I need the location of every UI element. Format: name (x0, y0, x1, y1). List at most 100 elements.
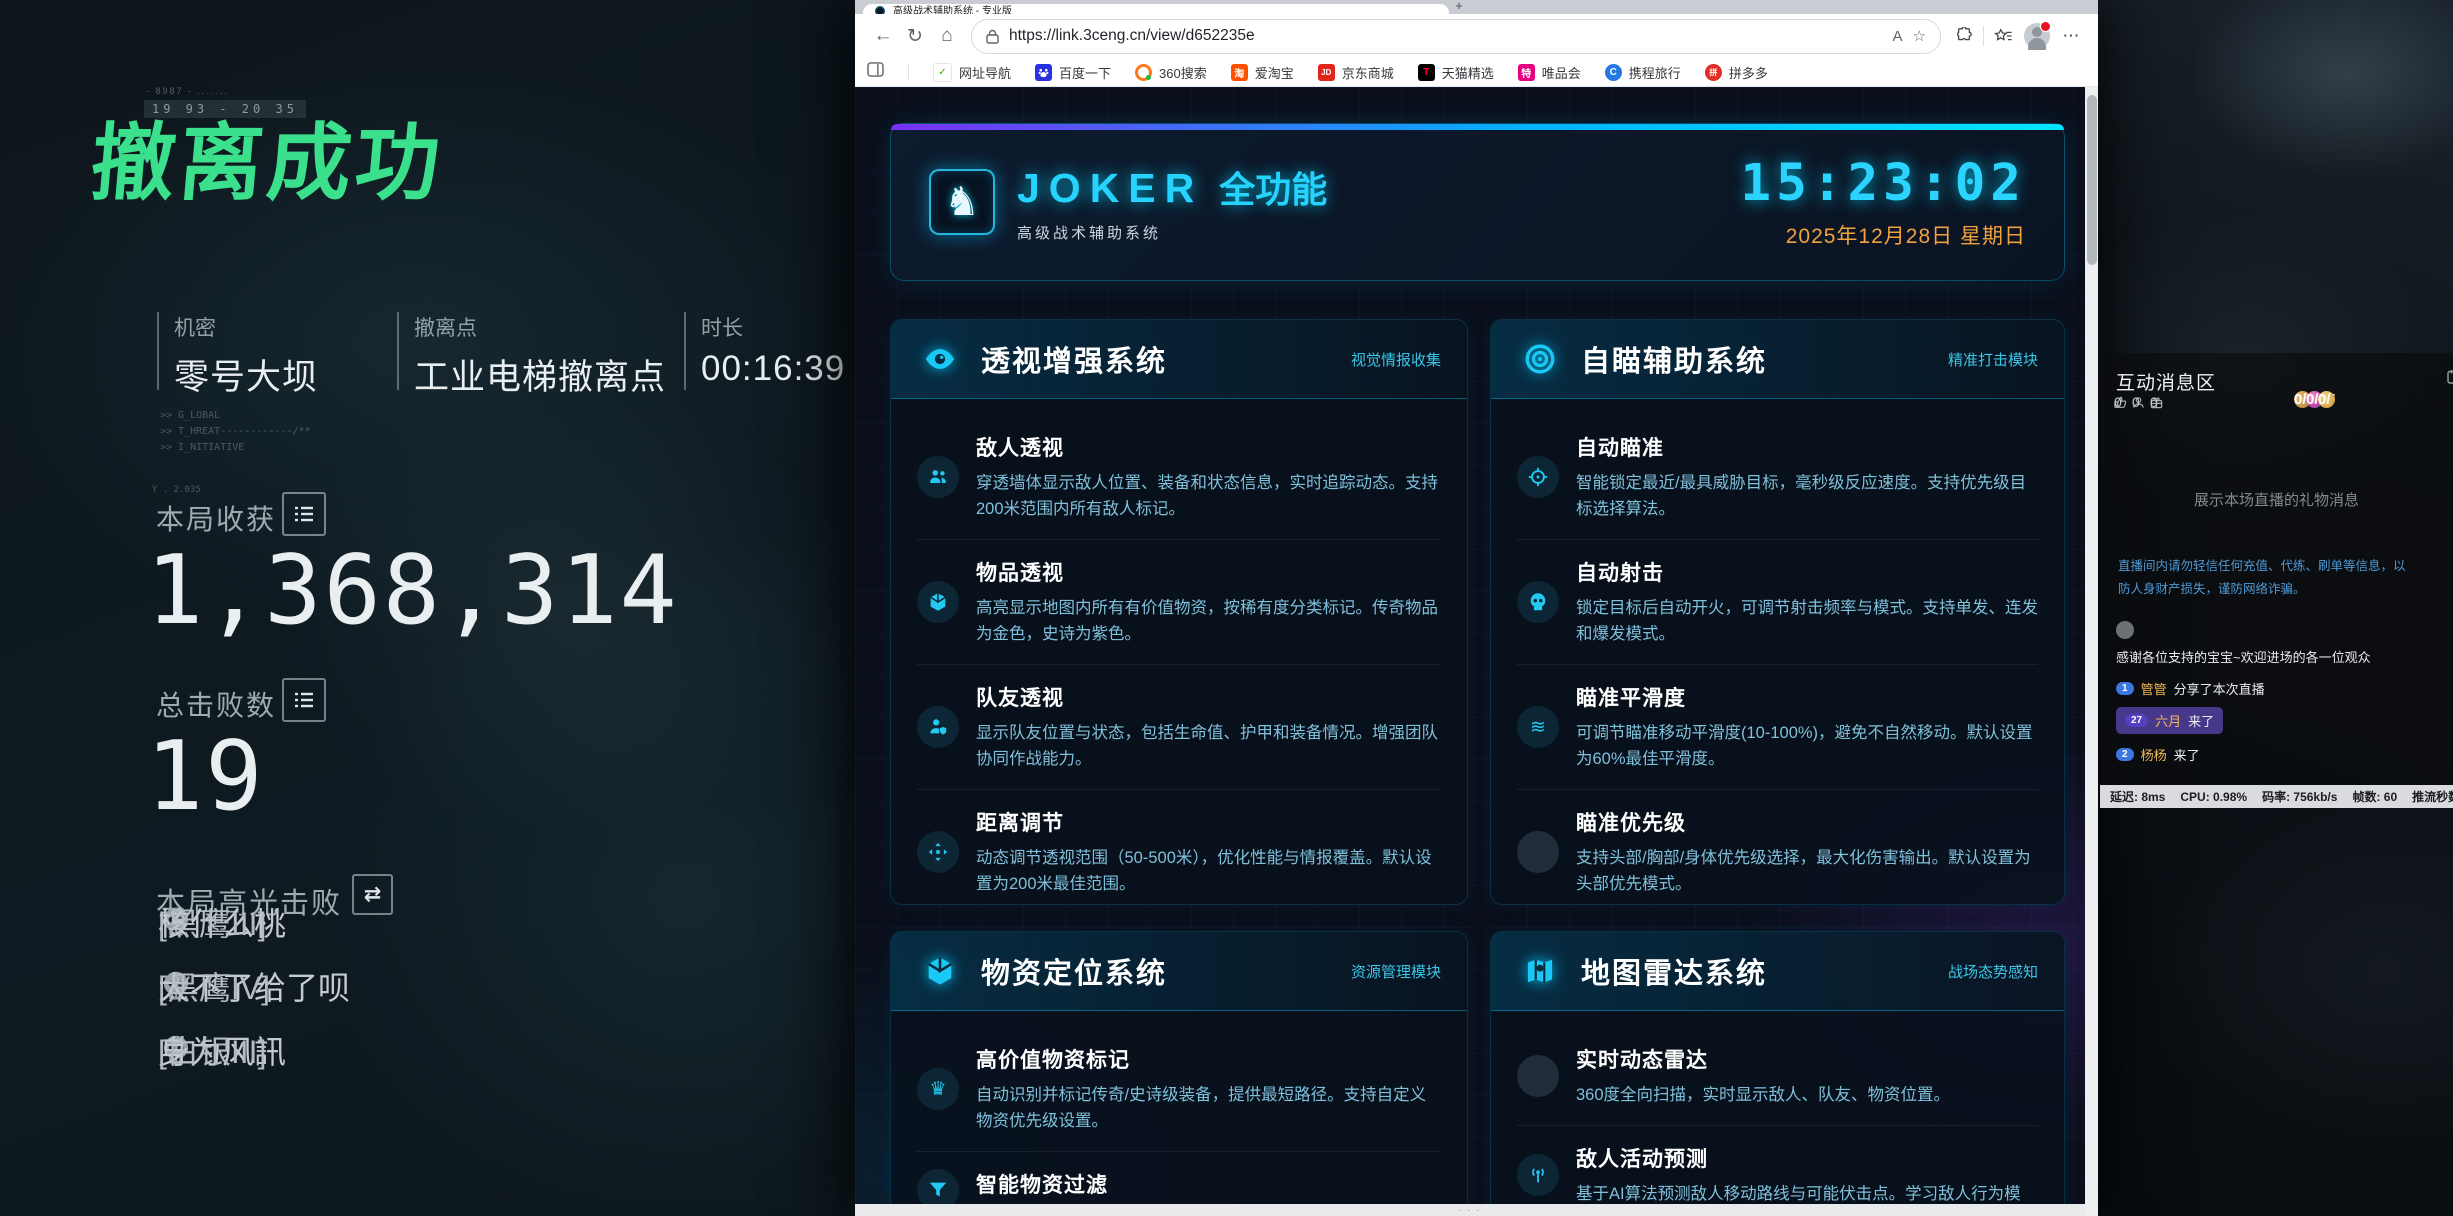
waves-icon: ≋ (1517, 706, 1559, 748)
address-bar[interactable]: https://link.3ceng.cn/view/d652235e A ☆ (971, 19, 1941, 54)
feature-title: 高价值物资标记 (976, 1044, 1441, 1074)
menu-icon[interactable]: ⋯ (2056, 20, 2086, 52)
bookmark-aitaobao[interactable]: 淘 爱淘宝 (1231, 63, 1294, 82)
profile-avatar[interactable] (2024, 23, 2050, 49)
header-accent-bar (891, 124, 2064, 130)
feature-title: 瞄准平滑度 (1576, 682, 2038, 712)
feature-desc: 支持头部/胸部/身体优先级选择，最大化伤害输出。默认设置为头部优先模式。 (1576, 845, 2038, 897)
box-icon (917, 581, 959, 623)
bitrate-stat: 码率: 756kb/s (2262, 788, 2337, 805)
bookmark-360[interactable]: 360搜索 (1135, 63, 1207, 82)
bookmarks-divider (908, 64, 909, 80)
stream-status-bar: 延迟: 8ms CPU: 0.98% 码率: 756kb/s 帧数: 60 推流… (2100, 785, 2453, 808)
terminal-readout: >> G_LOBAL >> T_HREAT------------/** >> … (160, 408, 311, 456)
hao123-icon: ✓ (933, 63, 952, 82)
jd-icon: JD (1318, 64, 1335, 81)
feature-title: 自动射击 (1576, 557, 2038, 587)
card-title: 地图雷达系统 (1581, 950, 1767, 992)
event-action: 来了 (2174, 745, 2200, 764)
taobao-icon: 淘 (1231, 64, 1248, 81)
360-search-icon (1135, 64, 1152, 81)
sidebar-icon[interactable] (867, 62, 884, 82)
back-button[interactable]: ← (867, 20, 899, 52)
feature-title: 敌人透视 (976, 432, 1441, 462)
stat-extraction-point: 撤离点 工业电梯撤离点 (397, 312, 666, 390)
fps-stat: 帧数: 60 (2352, 788, 2397, 805)
home-button[interactable]: ⌂ (931, 20, 963, 52)
crosshair-icon (1517, 456, 1559, 498)
push-stat: 推流秒数: 0 (2412, 788, 2453, 805)
tab-favicon (875, 6, 885, 14)
screen: - 8987 - ....... 19 93 - 20 35 撤离成功 机密 零… (0, 0, 2453, 1216)
page-footer-strip: · · · (855, 1204, 2085, 1216)
extraction-success-title: 撤离成功 (87, 96, 450, 217)
feature-desc: 360度全向扫描，实时显示敌人、队友、物资位置。 (1576, 1082, 1950, 1108)
event-action: 来了 (2188, 711, 2214, 730)
level-badge: 2 (2116, 748, 2134, 761)
user-name: 六月 (2155, 711, 2181, 730)
page-scrollbar[interactable] (2085, 87, 2098, 1216)
user-name: 杨杨 (2141, 745, 2167, 764)
feature-high-value-mark: ♛ 高价值物资标记 自动识别并标记传奇/史诗级装备，提供最短路径。支持自定义物资… (917, 1027, 1441, 1151)
browser-toolbar: ← ↻ ⌂ https://link.3ceng.cn/view/d652235… (855, 14, 2098, 58)
brand-suffix: 全功能 (1219, 161, 1327, 213)
tmall-icon: T (1418, 64, 1435, 81)
chat-event-share: 1 管管 分享了本次直播 (2116, 679, 2265, 698)
extensions-icon[interactable] (1949, 20, 1979, 52)
tab-title: 高级战术辅助系统 - 专业版 (893, 4, 1012, 12)
loot-list-icon[interactable] (282, 492, 326, 536)
feature-title: 敌人活动预测 (1576, 1143, 2021, 1173)
placeholder-circle-icon (1517, 831, 1559, 873)
level-badge: 27 (2125, 714, 2148, 727)
chat-event-enter: 2 杨杨 来了 (2116, 745, 2200, 764)
favorites-bar-icon[interactable] (1988, 20, 2018, 52)
bookmark-tmall[interactable]: T 天猫精选 (1418, 63, 1494, 82)
feature-desc: 可调节瞄准移动平滑度(10-100%)，避免不自然移动。默认设置为60%最佳平滑… (1576, 720, 2038, 772)
map-coordinate-small: - 8987 - ....... (146, 86, 229, 96)
bookmark-jd[interactable]: JD 京东商城 (1318, 63, 1394, 82)
feature-desc: 锁定目标后自动开火，可调节射击频率与模式。支持单发、连发和爆发模式。 (1576, 595, 2038, 647)
bookmark-ctrip[interactable]: C 携程旅行 (1605, 63, 1681, 82)
stat-label: 机密 (174, 312, 318, 342)
bookmark-hao123[interactable]: ✓ 网址导航 (933, 63, 1011, 82)
feature-title: 队友透视 (976, 682, 1441, 712)
feature-enemy-prediction: 敌人活动预测 基于AI算法预测敌人移动路线与可能伏击点。学习敌人行为模 (1517, 1125, 2038, 1216)
target-icon (1517, 336, 1563, 382)
new-tab-button[interactable]: + (1447, 0, 1471, 13)
stat-value: 工业电梯撤离点 (414, 349, 666, 400)
stat-duration: 时长 00:16:39 (684, 312, 845, 390)
antenna-icon (1517, 1154, 1559, 1196)
feature-desc: 动态调节透视范围（50-500米），优化性能与情报覆盖。默认设置为200米最佳范… (976, 845, 1441, 897)
lock-icon (986, 29, 999, 44)
favorite-star-icon[interactable]: ☆ (1913, 27, 1926, 45)
user-name: 管管 (2141, 679, 2167, 698)
feature-title: 瞄准优先级 (1576, 807, 2038, 837)
expand-arrows-icon (917, 831, 959, 873)
feature-teammate-esp: 队友透视 显示队友位置与状态，包括生命值、护甲和装备情况。增强团队协同作战能力。 (917, 664, 1441, 789)
live-chat-panel: 互动消息区 0 0 0 0/22 0 (2100, 353, 2453, 808)
bookmark-vip[interactable]: 特 唯品会 (1518, 63, 1581, 82)
kills-label: 总击败数 (156, 684, 276, 724)
loot-label: 本局收获 (156, 498, 276, 538)
card-vision-system: 透视增强系统 视觉情报收集 敌人透视 穿透墙体显示敌人位置、装备和状态信息，实时… (890, 319, 1468, 905)
people-icon (917, 456, 959, 498)
toolbar-divider (1983, 26, 1984, 46)
swap-icon[interactable]: ⇄ (352, 874, 393, 915)
welcome-message: 感谢各位支持的宝宝~欢迎进场的各一位观众 (2116, 647, 2371, 666)
read-aloud-icon[interactable]: A (1893, 28, 1903, 45)
ctrip-icon: C (1605, 64, 1622, 81)
feature-desc: 穿透墙体显示敌人位置、装备和状态信息，实时追踪动态。支持200米范围内所有敌人标… (976, 470, 1441, 522)
card-loot-system: 物资定位系统 资源管理模块 ♛ 高价值物资标记 自动识别并标记传奇/史诗级装备，… (890, 931, 1468, 1216)
tab-strip: 高级战术辅助系统 - 专业版 + (855, 0, 2098, 14)
cube-icon (917, 948, 963, 994)
browser-tab[interactable]: 高级战术辅助系统 - 专业版 (863, 4, 1449, 14)
feature-live-radar: 实时动态雷达 360度全向扫描，实时显示敌人、队友、物资位置。 (1517, 1027, 2038, 1125)
bookmark-pdd[interactable]: 拼 拼多多 (1705, 63, 1768, 82)
scrollbar-thumb[interactable] (2087, 95, 2097, 265)
bookmark-baidu[interactable]: 百度一下 (1035, 63, 1111, 82)
feature-aim-smoothness: ≋ 瞄准平滑度 可调节瞄准移动平滑度(10-100%)，避免不自然移动。默认设置… (1517, 664, 2038, 789)
feature-aim-priority: 瞄准优先级 支持头部/胸部/身体优先级选择，最大化伤害输出。默认设置为头部优先模… (1517, 789, 2038, 905)
knight-icon: ♞ (944, 179, 980, 225)
kills-list-icon[interactable] (282, 678, 326, 722)
refresh-button[interactable]: ↻ (899, 20, 931, 52)
